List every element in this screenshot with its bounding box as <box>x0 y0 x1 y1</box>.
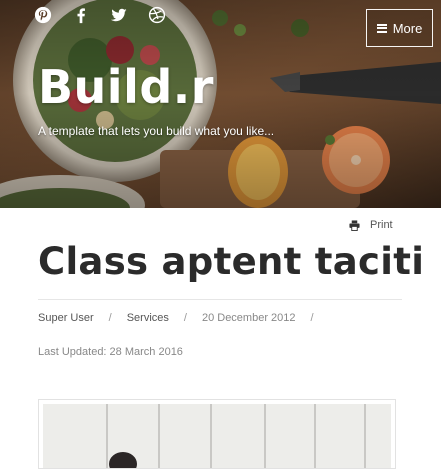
site-title[interactable]: Build.r <box>38 60 214 114</box>
print-button[interactable]: Print <box>349 219 393 231</box>
category-link[interactable]: Services <box>127 312 169 324</box>
author-link[interactable]: Super User <box>38 312 94 324</box>
more-menu-button[interactable]: More <box>366 9 433 47</box>
pinterest-icon[interactable] <box>33 5 53 25</box>
twitter-icon[interactable] <box>109 5 129 25</box>
dribbble-icon[interactable] <box>147 5 167 25</box>
printer-icon <box>349 219 360 231</box>
facebook-icon[interactable] <box>71 5 91 25</box>
article-meta: Super User / Services / 20 December 2012… <box>38 312 329 324</box>
meta-separator: / <box>108 312 112 324</box>
site-tagline: A template that lets you build what you … <box>38 124 275 138</box>
title-divider <box>38 299 402 300</box>
article-title: Class aptent taciti <box>38 240 425 283</box>
meta-separator: / <box>310 312 314 324</box>
hero-header: More Build.r A template that lets you bu… <box>0 0 441 208</box>
more-menu-label: More <box>392 20 423 36</box>
print-label: Print <box>370 219 393 231</box>
last-updated: Last Updated: 28 March 2016 <box>38 346 183 358</box>
social-links <box>33 5 185 25</box>
hamburger-icon <box>376 23 387 33</box>
article-image <box>38 399 396 469</box>
meta-separator: / <box>183 312 187 324</box>
published-date: 20 December 2012 <box>201 312 296 324</box>
